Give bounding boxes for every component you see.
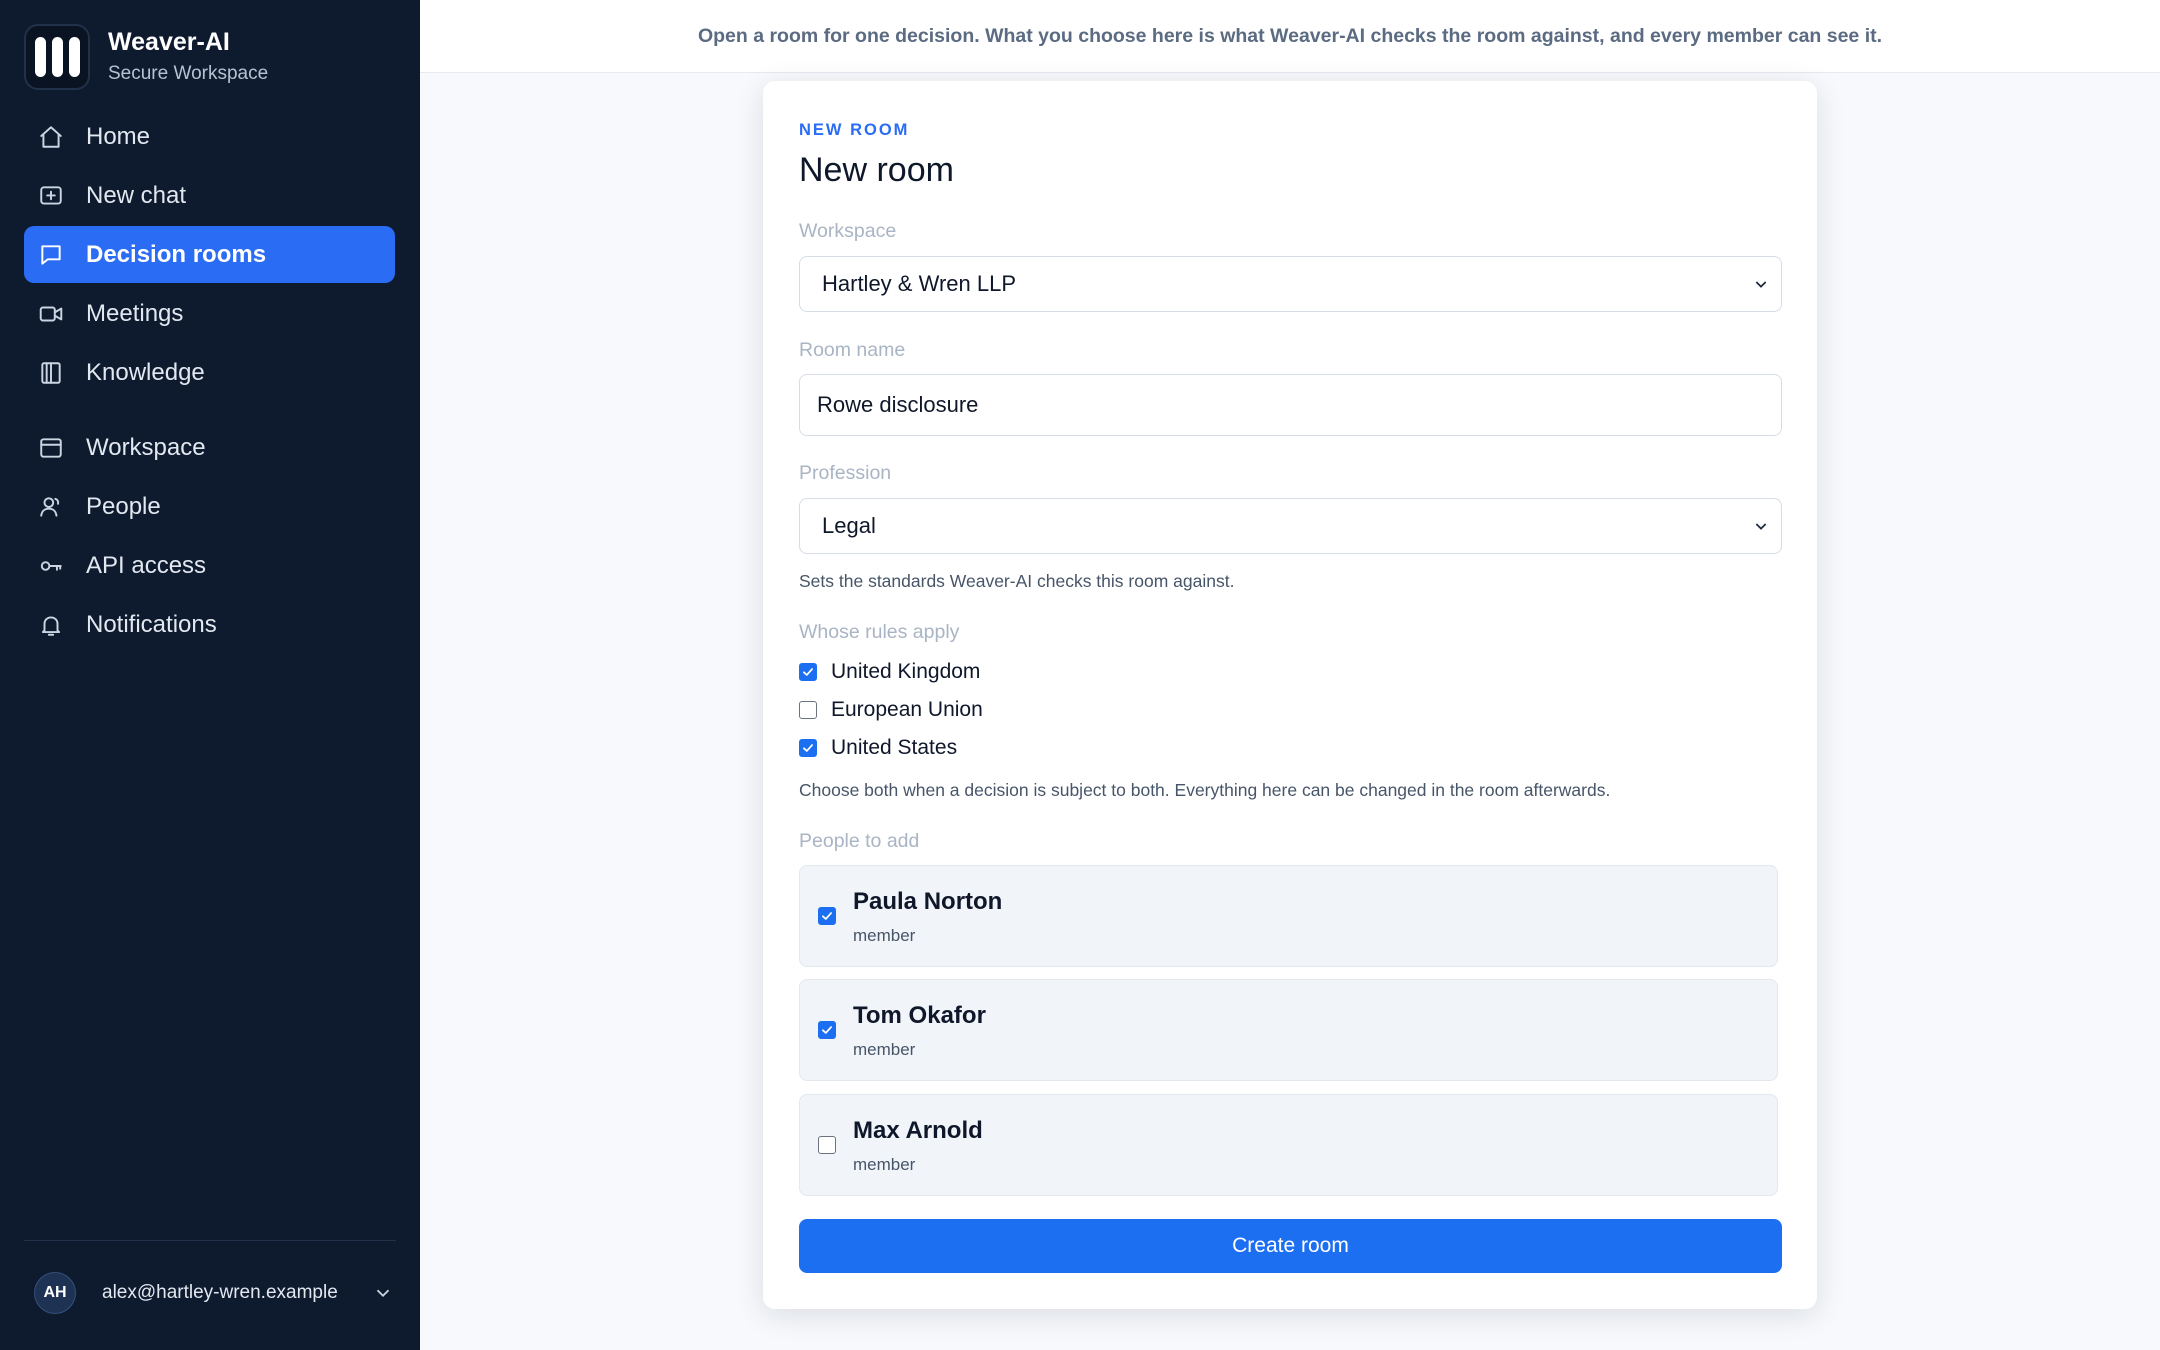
workspace-select[interactable]: Hartley & Wren LLP — [799, 256, 1782, 312]
sidebar-item-label: Workspace — [86, 433, 206, 461]
chat-bubble-icon — [41, 244, 61, 265]
app-name: Weaver-AI — [108, 28, 230, 56]
sidebar-item-label: New chat — [86, 181, 187, 209]
rule-united-kingdom[interactable]: United Kingdom — [799, 660, 980, 684]
checkbox-checked[interactable] — [799, 739, 817, 757]
window-icon — [40, 437, 62, 458]
person-row-tom-okafor[interactable]: Tom Okafor member — [799, 979, 1778, 1081]
sidebar-item-notifications[interactable]: Notifications — [24, 596, 395, 653]
person-row-max-arnold[interactable]: Max Arnold member — [799, 1094, 1778, 1196]
room-name-input[interactable]: Rowe disclosure — [799, 374, 1782, 436]
chevron-down-icon[interactable] — [372, 1282, 394, 1304]
key-icon — [40, 560, 62, 571]
app-subtitle: Secure Workspace — [108, 63, 269, 84]
user-menu[interactable]: AH alex@hartley-wren.example — [34, 1272, 394, 1314]
sidebar-item-people[interactable]: People — [24, 478, 395, 535]
sidebar-item-api-access[interactable]: API access — [24, 537, 395, 594]
checkmark-icon — [803, 668, 813, 676]
card-eyebrow: NEW ROOM — [799, 121, 910, 139]
checkbox-unchecked[interactable] — [799, 701, 817, 719]
profession-select-value: Legal — [822, 513, 876, 538]
top-bar: Open a room for one decision. What you c… — [420, 0, 2160, 73]
rule-label: United States — [831, 736, 958, 759]
sidebar-item-new-chat[interactable]: New chat — [24, 167, 395, 224]
person-name: Tom Okafor — [853, 1002, 986, 1029]
room-name-label: Room name — [799, 339, 906, 361]
sidebar-divider — [24, 1240, 396, 1241]
checkbox-unchecked[interactable] — [818, 1136, 836, 1154]
sidebar-item-knowledge[interactable]: Knowledge — [24, 344, 395, 401]
sidebar-nav: Home New chat Decision rooms Meetings Kn… — [24, 108, 395, 655]
home-icon — [40, 125, 62, 148]
profession-hint: Sets the standards Weaver-AI checks this… — [799, 571, 1235, 591]
checkbox-checked[interactable] — [818, 1021, 836, 1039]
rules-hint: Choose both when a decision is subject t… — [799, 780, 1611, 800]
person-role: member — [853, 1155, 916, 1174]
checkbox-checked[interactable] — [818, 907, 836, 925]
sidebar-item-meetings[interactable]: Meetings — [24, 285, 395, 342]
rules-label: Whose rules apply — [799, 621, 960, 643]
person-role: member — [853, 1040, 916, 1059]
sidebar-item-label: Notifications — [86, 610, 217, 638]
top-bar-message: Open a room for one decision. What you c… — [697, 24, 1883, 47]
book-icon — [41, 361, 61, 384]
rule-united-states[interactable]: United States — [799, 736, 957, 760]
workspace-select-value: Hartley & Wren LLP — [822, 271, 1017, 296]
sidebar-item-label: Decision rooms — [86, 240, 267, 268]
new-chat-icon — [40, 185, 62, 205]
chevron-down-icon — [1755, 281, 1767, 288]
checkmark-icon — [822, 1026, 832, 1034]
person-icon — [40, 496, 60, 517]
sidebar-item-home[interactable]: Home — [24, 108, 395, 165]
sidebar-item-label: Knowledge — [86, 358, 205, 386]
profession-select[interactable]: Legal — [799, 498, 1782, 554]
new-room-card: NEW ROOM New room Workspace Hartley & Wr… — [763, 81, 1817, 1309]
person-name: Max Arnold — [853, 1117, 983, 1144]
avatar: AH — [34, 1272, 76, 1314]
sidebar-item-label: People — [86, 492, 161, 520]
chevron-down-icon — [1755, 523, 1767, 530]
sidebar-item-decision-rooms[interactable]: Decision rooms — [24, 226, 395, 283]
rule-label: United Kingdom — [831, 660, 981, 683]
user-email: alex@hartley-wren.example — [102, 1282, 338, 1303]
people-label: People to add — [799, 830, 920, 852]
checkbox-checked[interactable] — [799, 663, 817, 681]
sidebar-item-label: Home — [86, 122, 151, 150]
person-role: member — [853, 926, 916, 945]
room-name-value: Rowe disclosure — [817, 392, 979, 417]
sidebar-item-workspace[interactable]: Workspace — [24, 419, 395, 476]
bell-icon — [41, 615, 61, 636]
rule-label: European Union — [831, 698, 983, 721]
checkmark-icon — [803, 744, 813, 752]
rule-european-union[interactable]: European Union — [799, 698, 983, 722]
workspace-label: Workspace — [799, 220, 897, 242]
sidebar-item-label: API access — [86, 551, 207, 579]
weaver-logo-icon — [24, 24, 90, 90]
video-camera-icon — [39, 306, 63, 321]
page-title: New room — [799, 151, 954, 189]
person-row-paula-norton[interactable]: Paula Norton member — [799, 865, 1778, 967]
create-room-button[interactable]: Create room — [799, 1219, 1782, 1273]
checkmark-icon — [822, 912, 832, 920]
sidebar: Weaver-AI Secure Workspace Home New chat… — [0, 0, 420, 1350]
sidebar-item-label: Meetings — [86, 299, 184, 327]
profession-label: Profession — [799, 462, 892, 484]
brand: Weaver-AI Secure Workspace — [24, 24, 268, 90]
person-name: Paula Norton — [853, 888, 1003, 915]
